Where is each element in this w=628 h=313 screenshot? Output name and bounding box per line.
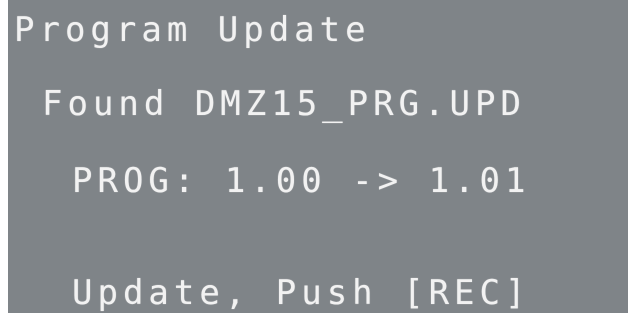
lcd-screen: Program Update Found DMZ15_PRG.UPD PROG:…: [8, 0, 628, 313]
update-instruction: Update, Push [REC]: [72, 273, 531, 313]
found-file-message: Found DMZ15_PRG.UPD: [42, 84, 526, 124]
screen-title: Program Update: [14, 10, 371, 50]
version-change-message: PROG: 1.00 -> 1.01: [72, 161, 531, 201]
